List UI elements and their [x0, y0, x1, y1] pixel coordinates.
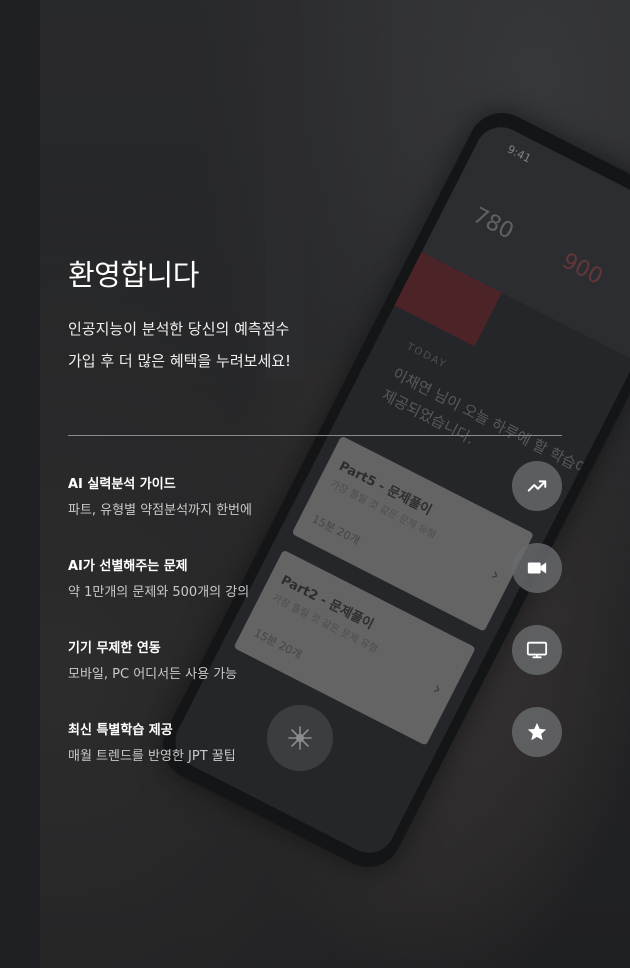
feature-description: 파트, 유형별 약점분석까지 한번에 — [68, 503, 252, 518]
feature-item-device-sync: 기기 무제한 연동 모바일, PC 어디서든 사용 가능 — [68, 625, 562, 699]
feature-title: 최신 특별학습 제공 — [68, 723, 173, 738]
feature-item-ai-problems: AI가 선별해주는 문제 약 1만개의 문제와 500개의 강의 — [68, 543, 562, 617]
feature-description: 모바일, PC 어디서든 사용 가능 — [68, 667, 238, 682]
star-icon — [512, 707, 562, 757]
subtitle-line-1: 인공지능이 분석한 당신의 예측점수 — [68, 320, 290, 338]
monitor-icon — [512, 625, 562, 675]
feature-item-special-learning: 최신 특별학습 제공 매월 트렌드를 반영한 JPT 꿀팁 — [68, 707, 562, 781]
trend-up-icon — [512, 461, 562, 511]
subtitle-line-2: 가입 후 더 많은 혜택을 누려보세요! — [68, 352, 292, 370]
feature-title: 기기 무제한 연동 — [68, 641, 161, 656]
feature-item-ai-analysis: AI 실력분석 가이드 파트, 유형별 약점분석까지 한번에 — [68, 461, 562, 535]
feature-title: AI가 선별해주는 문제 — [68, 559, 188, 574]
feature-title: AI 실력분석 가이드 — [68, 477, 176, 492]
video-camera-icon — [512, 543, 562, 593]
divider — [68, 435, 562, 436]
feature-description: 약 1만개의 문제와 500개의 강의 — [68, 585, 250, 600]
feature-description: 매월 트렌드를 반영한 JPT 꿀팁 — [68, 749, 236, 764]
page-title: 환영합니다 — [68, 258, 199, 292]
welcome-panel: 환영합니다 인공지능이 분석한 당신의 예측점수 가입 후 더 많은 혜택을 누… — [0, 0, 630, 968]
